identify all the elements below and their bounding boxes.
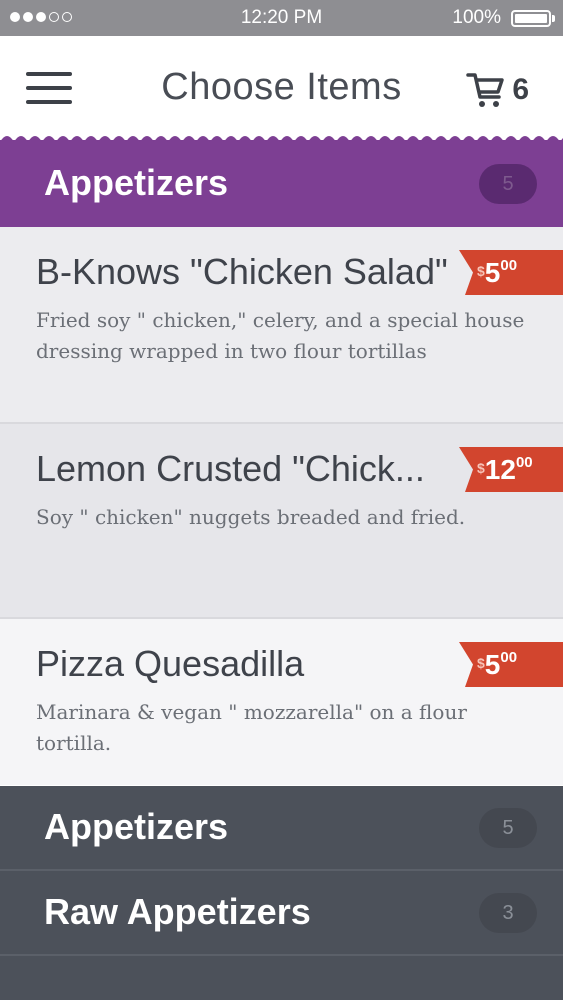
category-name: Raw Appetizers bbox=[44, 891, 311, 932]
battery-icon bbox=[511, 10, 551, 27]
cart-count: 6 bbox=[512, 73, 529, 106]
price-whole: 5 bbox=[484, 257, 501, 288]
app-header: Choose Items 6 bbox=[0, 36, 563, 140]
category-count-badge: 3 bbox=[479, 893, 537, 933]
item-description: Soy " chicken" nuggets breaded and fried… bbox=[36, 505, 466, 529]
price-currency: $ bbox=[477, 655, 485, 671]
category-item-raw-appetizers[interactable]: Raw Appetizers 3 bbox=[0, 871, 563, 956]
item-description: Marinara & vegan " mozzarella" on a flou… bbox=[36, 700, 467, 755]
cart-button[interactable]: 6 bbox=[466, 68, 529, 112]
item-list: B-Knows "Chicken Salad" Fried soy " chic… bbox=[0, 227, 563, 785]
menu-item[interactable]: Pizza Quesadilla Marinara & vegan " mozz… bbox=[0, 619, 563, 785]
category-count-badge: 5 bbox=[479, 808, 537, 848]
item-description: Fried soy " chicken," celery, and a spec… bbox=[36, 308, 525, 363]
cart-icon bbox=[466, 73, 505, 107]
menu-item[interactable]: B-Knows "Chicken Salad" Fried soy " chic… bbox=[0, 227, 563, 424]
item-name: B-Knows "Chicken Salad" bbox=[36, 251, 448, 292]
price-whole: 5 bbox=[484, 649, 501, 680]
battery-percentage: 100% bbox=[452, 7, 501, 28]
price-cents: 00 bbox=[515, 454, 533, 471]
item-name: Lemon Crusted "Chick... bbox=[36, 448, 425, 489]
category-count-badge: 5 bbox=[479, 164, 537, 204]
category-name: Appetizers bbox=[44, 806, 229, 847]
scalloped-edge bbox=[0, 136, 563, 142]
price-tag: $500 bbox=[459, 642, 563, 687]
price-currency: $ bbox=[477, 263, 485, 279]
price-cents: 00 bbox=[500, 649, 518, 666]
item-name: Pizza Quesadilla bbox=[36, 643, 305, 684]
category-list: Appetizers 5 Raw Appetizers 3 bbox=[0, 786, 563, 1000]
category-header: Appetizers 5 bbox=[0, 136, 563, 227]
price-tag: $500 bbox=[459, 250, 563, 295]
price-whole: 12 bbox=[484, 454, 516, 485]
menu-item[interactable]: Lemon Crusted "Chick... Soy " chicken" n… bbox=[0, 424, 563, 619]
price-currency: $ bbox=[477, 460, 485, 476]
category-title: Appetizers bbox=[44, 162, 229, 203]
status-bar: 12:20 PM 100% bbox=[0, 0, 563, 36]
category-item-appetizers[interactable]: Appetizers 5 bbox=[0, 786, 563, 871]
price-tag: $1200 bbox=[459, 447, 563, 492]
category-item-partial[interactable] bbox=[0, 956, 563, 1000]
price-cents: 00 bbox=[500, 257, 518, 274]
